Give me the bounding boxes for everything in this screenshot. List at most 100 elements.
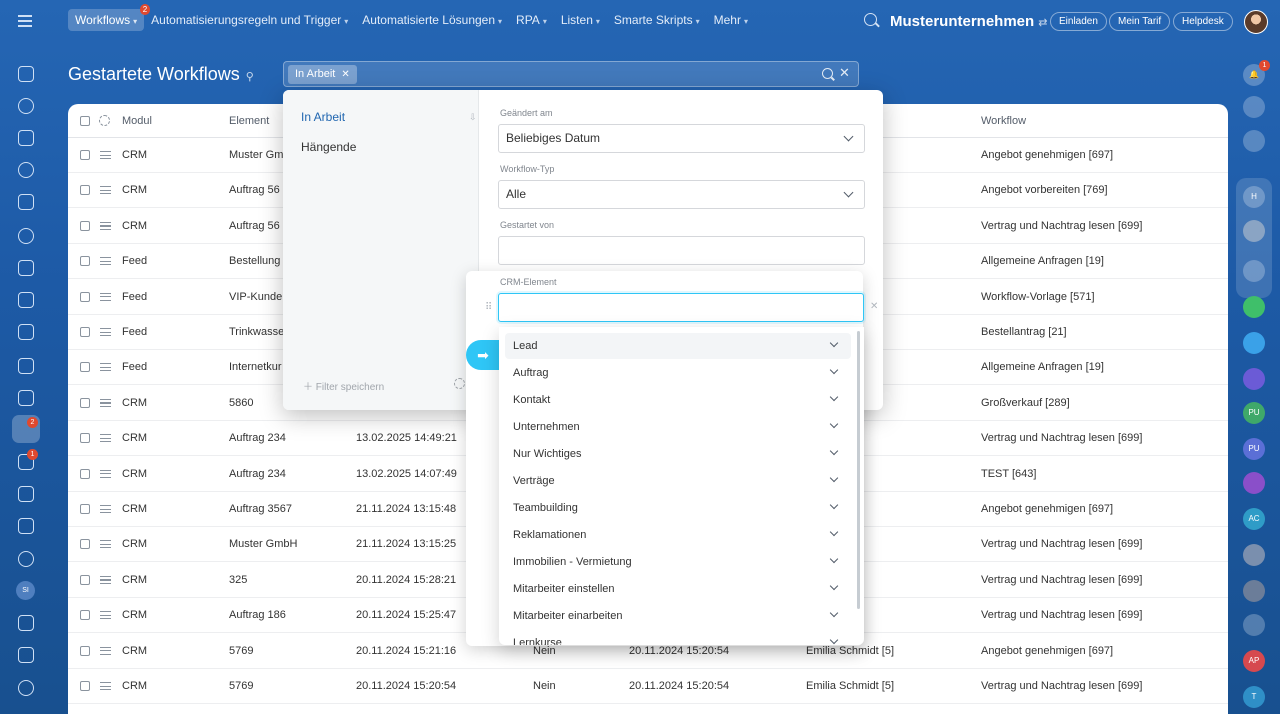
pin-icon[interactable]: ⚲ xyxy=(246,71,254,83)
row-checkbox[interactable] xyxy=(80,397,90,408)
chat-icon[interactable] xyxy=(18,162,34,178)
started-by-input[interactable] xyxy=(498,236,865,265)
cart-icon[interactable] xyxy=(18,486,34,502)
crm-element-input[interactable] xyxy=(498,293,864,322)
filter-search-bar[interactable]: In Arbeit ✕ ✕ xyxy=(283,61,859,87)
row-checkbox[interactable] xyxy=(80,362,90,373)
row-checkbox[interactable] xyxy=(80,433,90,444)
row-checkbox[interactable] xyxy=(80,220,90,231)
row-checkbox[interactable] xyxy=(80,468,90,479)
row-checkbox[interactable] xyxy=(80,150,90,160)
nav-smart-scripts[interactable]: Smarte Skripts ▾ xyxy=(607,9,707,31)
search-icon[interactable] xyxy=(822,68,833,79)
dropdown-item[interactable]: Auftrag xyxy=(505,360,851,386)
tariff-button[interactable]: Mein Tarif xyxy=(1109,12,1171,31)
message-chat-icon[interactable] xyxy=(1243,332,1265,354)
row-checkbox[interactable] xyxy=(80,539,90,550)
header-workflow[interactable]: Workflow xyxy=(981,115,1026,127)
tasks-icon[interactable] xyxy=(18,98,34,114)
feed-icon[interactable] xyxy=(18,130,34,146)
analytics-icon[interactable] xyxy=(18,390,34,406)
dropdown-item[interactable]: Nur Wichtiges xyxy=(505,441,851,467)
row-menu-icon[interactable] xyxy=(100,151,111,159)
contacts-icon[interactable] xyxy=(18,228,34,244)
documents-icon[interactable] xyxy=(18,260,34,276)
row-menu-icon[interactable] xyxy=(100,575,111,584)
dropdown-item[interactable]: Mitarbeiter einarbeiten xyxy=(505,603,851,629)
dropdown-item[interactable]: Kontakt xyxy=(505,387,851,413)
scrollbar[interactable] xyxy=(857,331,860,609)
row-menu-icon[interactable] xyxy=(100,398,111,407)
preset-pending[interactable]: Hängende xyxy=(301,140,356,154)
avatar-pu-2[interactable]: PU xyxy=(1243,438,1265,460)
search-icon[interactable] xyxy=(864,13,877,26)
type-select[interactable]: Alle xyxy=(498,180,865,209)
close-icon[interactable]: ✕ xyxy=(870,301,878,312)
lock-chat-icon-2[interactable] xyxy=(1243,472,1265,494)
helpdesk-button[interactable]: Helpdesk xyxy=(1173,12,1233,31)
dropdown-item[interactable]: Lead xyxy=(505,333,851,359)
row-menu-icon[interactable] xyxy=(100,469,111,478)
nav-automation-rules[interactable]: Automatisierungsregeln und Trigger ▾ xyxy=(144,9,355,31)
gear-icon[interactable] xyxy=(454,378,465,389)
inbox-icon[interactable] xyxy=(18,324,34,340)
task-chat-icon[interactable] xyxy=(1243,296,1265,318)
helpdesk-icon[interactable] xyxy=(18,647,34,663)
lock-chat-icon[interactable] xyxy=(1243,260,1265,282)
avatar-user[interactable] xyxy=(1243,220,1265,242)
row-menu-icon[interactable] xyxy=(100,540,111,549)
row-menu-icon[interactable] xyxy=(100,611,111,620)
copilot-chat-icon[interactable] xyxy=(1243,368,1265,390)
sign-icon[interactable] xyxy=(18,615,34,631)
dropdown-item[interactable]: Verträge xyxy=(505,468,851,494)
presentation-icon[interactable] xyxy=(18,358,34,374)
arrow-right-icon[interactable]: ➡ xyxy=(466,340,500,370)
pin-icon[interactable]: ⇩ xyxy=(469,112,477,123)
row-checkbox[interactable] xyxy=(80,327,90,337)
row-menu-icon[interactable] xyxy=(100,328,111,336)
drag-handle-icon[interactable]: ⠿ xyxy=(485,302,492,313)
changed-select[interactable]: Beliebiges Datum xyxy=(498,124,865,153)
company-switcher[interactable]: Musterunternehmen ⇄ xyxy=(890,13,1047,30)
header-modul[interactable]: Modul xyxy=(122,115,152,127)
user-avatar[interactable] xyxy=(1244,10,1268,34)
dropdown-item[interactable]: Lernkurse xyxy=(505,630,851,645)
home-icon[interactable] xyxy=(18,66,34,82)
clear-icon[interactable]: ✕ xyxy=(839,65,850,81)
planner-icon[interactable] xyxy=(18,518,34,534)
row-menu-icon[interactable] xyxy=(100,257,111,266)
row-menu-icon[interactable] xyxy=(100,434,111,443)
avatar-h[interactable]: H xyxy=(1243,186,1265,208)
row-menu-icon[interactable] xyxy=(100,682,111,690)
avatar-si[interactable]: SI xyxy=(16,581,35,600)
calendar-icon[interactable] xyxy=(18,194,34,210)
row-checkbox[interactable] xyxy=(80,645,90,656)
close-icon[interactable]: ✕ xyxy=(341,69,349,80)
avatar-t[interactable]: T xyxy=(1243,686,1265,708)
row-checkbox[interactable] xyxy=(80,574,90,585)
avatar-ac[interactable]: AC xyxy=(1243,508,1265,530)
row-menu-icon[interactable] xyxy=(100,292,111,301)
row-checkbox[interactable] xyxy=(80,256,90,267)
row-checkbox[interactable] xyxy=(80,504,90,514)
search-chat-icon[interactable] xyxy=(1243,130,1265,152)
gear-icon[interactable] xyxy=(99,115,110,126)
dropdown-item[interactable]: Reklamationen xyxy=(505,522,851,548)
invite-button[interactable]: Einladen xyxy=(1050,12,1107,31)
dropdown-item[interactable]: Unternehmen xyxy=(505,414,851,440)
save-filter-link[interactable]: ＋ Filter speichern xyxy=(303,378,384,393)
avatar-pu-1[interactable]: PU xyxy=(1243,402,1265,424)
table-row[interactable]: CRM 5769 20.11.2024 15:20:54 Nein 20.11.2024… xyxy=(68,669,1228,704)
filter-chip[interactable]: In Arbeit ✕ xyxy=(288,65,357,84)
row-menu-icon[interactable] xyxy=(100,363,111,372)
avatar-person-2[interactable] xyxy=(1243,580,1265,602)
dropdown-item[interactable]: Teambuilding xyxy=(505,495,851,521)
nav-more[interactable]: Mehr ▾ xyxy=(707,9,755,31)
row-checkbox[interactable] xyxy=(80,291,90,302)
group-chat-icon[interactable] xyxy=(1243,614,1265,636)
row-checkbox[interactable] xyxy=(80,610,90,621)
goals-icon[interactable] xyxy=(18,551,34,567)
preset-in-progress[interactable]: In Arbeit xyxy=(301,110,345,124)
settings-icon[interactable] xyxy=(18,680,34,696)
row-menu-icon[interactable] xyxy=(100,186,111,195)
